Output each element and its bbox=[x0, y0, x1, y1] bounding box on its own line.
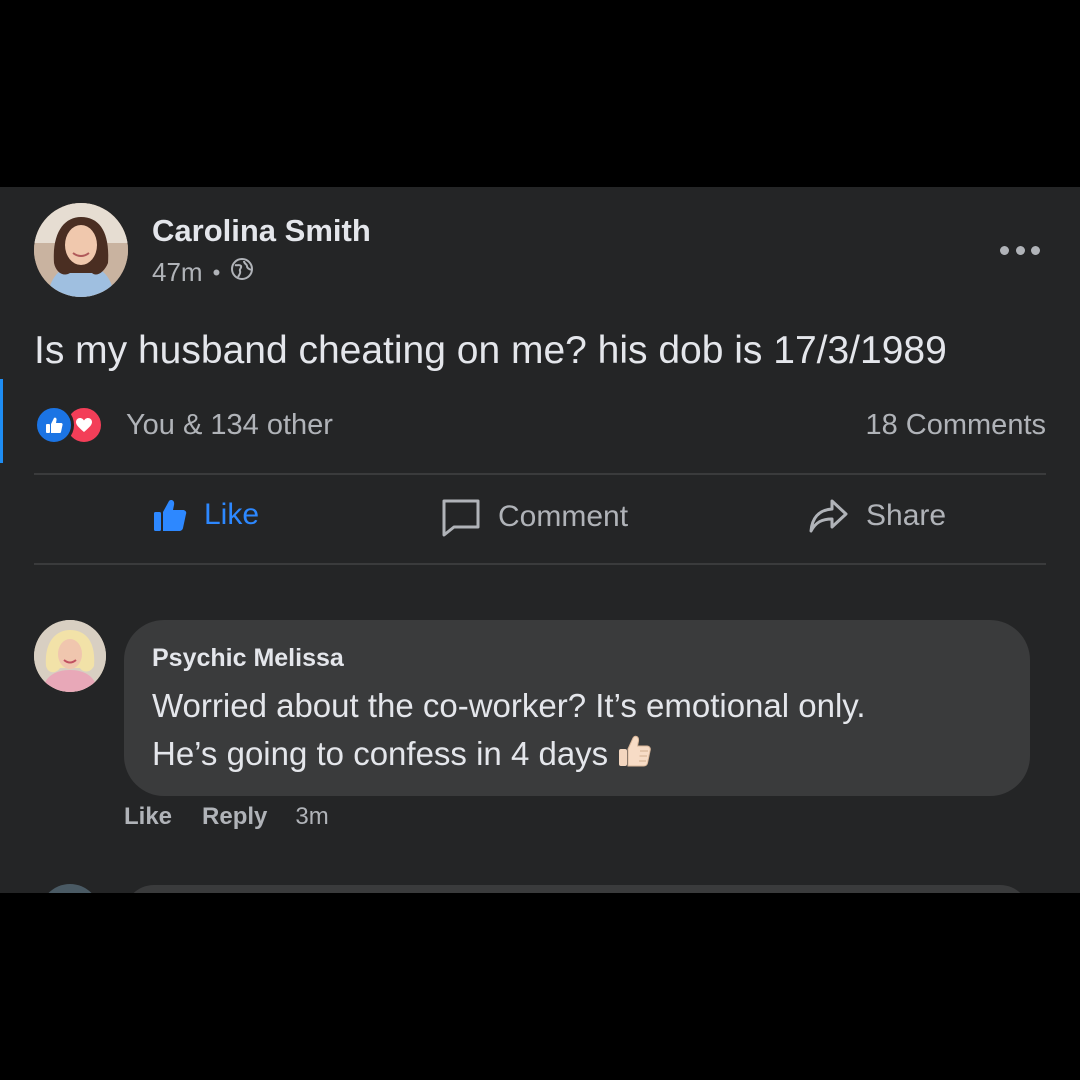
comment-time: 3m bbox=[295, 803, 329, 830]
post-card: Carolina Smith 47m • Is my husband cheat… bbox=[0, 187, 1080, 893]
more-options-button[interactable] bbox=[1000, 241, 1040, 259]
share-button[interactable]: Share bbox=[808, 497, 946, 535]
thumbs-up-emoji-icon bbox=[616, 733, 652, 782]
post-text: Is my husband cheating on me? his dob is… bbox=[34, 329, 947, 372]
like-reaction-icon bbox=[34, 405, 74, 445]
divider bbox=[34, 563, 1046, 565]
next-comment-bubble bbox=[124, 885, 1030, 893]
comment-reply-button[interactable]: Reply bbox=[202, 803, 267, 831]
globe-icon bbox=[230, 257, 254, 288]
comment-text-line: Worried about the co-worker? It’s emotio… bbox=[152, 687, 866, 724]
comment-icon bbox=[442, 499, 480, 537]
more-horizontal-icon bbox=[1000, 245, 1009, 255]
like-label: Like bbox=[204, 498, 260, 531]
comment-text-line: He’s going to confess in 4 days bbox=[152, 730, 1012, 782]
like-button[interactable]: Like bbox=[152, 497, 259, 533]
commenter-name[interactable]: Psychic Melissa bbox=[152, 644, 344, 673]
next-commenter-avatar[interactable] bbox=[40, 884, 100, 893]
comment-actions: Like Reply 3m bbox=[124, 803, 329, 831]
comments-count[interactable]: 18 Comments bbox=[865, 409, 1046, 442]
comment-text-line-content: He’s going to confess in 4 days bbox=[152, 735, 609, 772]
author-name[interactable]: Carolina Smith bbox=[152, 213, 371, 249]
comment-text: Worried about the co-worker? It’s emotio… bbox=[152, 682, 1012, 782]
commenter-avatar[interactable] bbox=[34, 620, 106, 692]
thumbs-up-icon bbox=[154, 500, 187, 531]
share-label: Share bbox=[866, 499, 947, 532]
reaction-icons bbox=[34, 405, 106, 445]
reactions-count-text: You & 134 other bbox=[126, 408, 333, 441]
post-time[interactable]: 47m bbox=[152, 257, 203, 288]
comment-like-button[interactable]: Like bbox=[124, 803, 172, 831]
meta-separator: • bbox=[212, 259, 221, 285]
reactions-summary[interactable]: You & 134 other bbox=[34, 405, 333, 445]
comment-bubble: Psychic Melissa Worried about the co-wor… bbox=[124, 620, 1030, 796]
author-avatar[interactable] bbox=[34, 203, 128, 297]
commenter-photo bbox=[34, 620, 106, 692]
post-meta: 47m • bbox=[152, 257, 254, 288]
scroll-accent-bar bbox=[0, 379, 3, 463]
author-photo bbox=[34, 203, 128, 297]
divider bbox=[34, 473, 1046, 475]
comment-label: Comment bbox=[498, 500, 629, 533]
comment-button[interactable]: Comment bbox=[440, 497, 628, 537]
share-icon bbox=[809, 499, 848, 533]
